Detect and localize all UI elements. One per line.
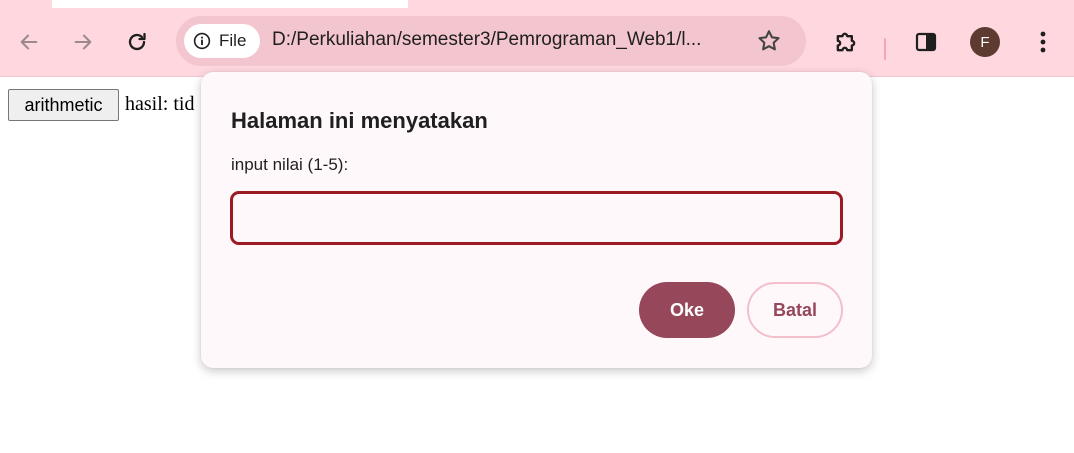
browser-toolbar: File D:/Perkuliahan/semester3/Pemrograma… — [0, 8, 1074, 76]
url-text[interactable]: D:/Perkuliahan/semester3/Pemrograman_Web… — [272, 29, 701, 51]
kebab-menu-icon — [1040, 31, 1046, 53]
forward-button[interactable] — [67, 26, 99, 58]
arrow-right-icon — [74, 34, 92, 50]
dialog-message: input nilai (1-5): — [231, 155, 349, 174]
site-info-label: File — [219, 31, 247, 50]
prompt-dialog: Halaman ini menyatakan input nilai (1-5)… — [201, 72, 872, 368]
address-bar[interactable]: File D:/Perkuliahan/semester3/Pemrograma… — [176, 16, 806, 66]
back-button[interactable] — [13, 26, 45, 58]
prompt-input[interactable] — [230, 191, 843, 245]
reload-button[interactable] — [121, 26, 153, 58]
menu-button[interactable] — [1026, 25, 1060, 59]
side-panel-button[interactable] — [909, 25, 943, 59]
result-text: hasil: tid — [125, 93, 195, 115]
dialog-title: Halaman ini menyatakan — [231, 108, 488, 133]
info-icon — [193, 32, 211, 50]
site-info-chip[interactable]: File — [184, 24, 260, 58]
star-icon[interactable] — [756, 28, 782, 54]
toolbar-separator — [884, 38, 886, 60]
tab-strip — [0, 0, 1074, 8]
cancel-button[interactable]: Batal — [747, 282, 843, 338]
puzzle-icon — [836, 32, 856, 52]
profile-avatar[interactable]: F — [970, 27, 1000, 57]
arithmetic-button[interactable]: arithmetic — [8, 89, 119, 121]
side-panel-icon — [915, 32, 937, 52]
ok-button[interactable]: Oke — [639, 282, 735, 338]
reload-icon — [128, 32, 146, 51]
extensions-button[interactable] — [829, 25, 863, 59]
arrow-left-icon — [20, 34, 38, 50]
active-tab-edge[interactable] — [52, 0, 408, 8]
